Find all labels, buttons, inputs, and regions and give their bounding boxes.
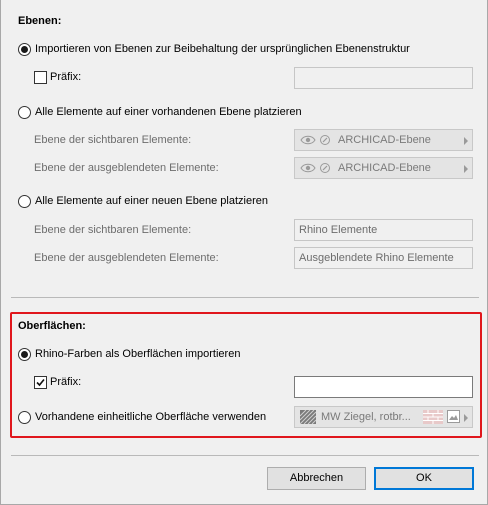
uniform-surface-radio[interactable] xyxy=(18,411,31,424)
layers-section-title: Ebenen: xyxy=(18,15,62,27)
existing-hidden-dropdown[interactable]: ARCHICAD-Ebene xyxy=(294,157,473,179)
import-layers-radio[interactable] xyxy=(18,43,31,56)
brick-texture-icon xyxy=(423,410,443,427)
new-layer-label[interactable]: Alle Elemente auf einer neuen Ebene plat… xyxy=(35,195,268,207)
layer-prefix-input[interactable] xyxy=(294,67,473,89)
new-visible-label: Ebene der sichtbaren Elemente: xyxy=(34,224,192,236)
new-layer-radio[interactable] xyxy=(18,195,31,208)
existing-layer-label[interactable]: Alle Elemente auf einer vorhandenen Eben… xyxy=(35,106,302,118)
surface-prefix-checkbox[interactable] xyxy=(34,376,47,389)
layer-icon xyxy=(319,162,331,177)
uniform-surface-value: MW Ziegel, rotbr... xyxy=(321,411,411,423)
existing-hidden-value: ARCHICAD-Ebene xyxy=(338,162,431,174)
uniform-surface-dropdown[interactable]: MW Ziegel, rotbr... xyxy=(294,406,473,428)
surface-prefix-input[interactable] xyxy=(294,376,473,398)
existing-visible-dropdown[interactable]: ARCHICAD-Ebene xyxy=(294,129,473,151)
checkmark-icon xyxy=(36,378,45,387)
new-hidden-label: Ebene der ausgeblendeten Elemente: xyxy=(34,252,219,264)
layer-prefix-checkbox[interactable] xyxy=(34,71,47,84)
uniform-surface-label[interactable]: Vorhandene einheitliche Oberfläche verwe… xyxy=(35,411,266,423)
existing-hidden-label: Ebene der ausgeblendeten Elemente: xyxy=(34,162,219,174)
chevron-right-icon xyxy=(464,165,468,173)
separator xyxy=(11,297,479,298)
surfaces-section-title: Oberflächen: xyxy=(18,320,86,332)
existing-visible-label: Ebene der sichtbaren Elemente: xyxy=(34,134,192,146)
new-hidden-input[interactable]: Ausgeblendete Rhino Elemente xyxy=(294,247,473,269)
chevron-right-icon xyxy=(464,414,468,422)
surface-prefix-label: Präfix: xyxy=(50,376,82,388)
rhino-colors-radio[interactable] xyxy=(18,348,31,361)
rhino-colors-label[interactable]: Rhino-Farben als Oberflächen importieren xyxy=(35,348,240,360)
image-icon xyxy=(447,410,460,426)
layer-icon xyxy=(319,134,331,149)
surface-pattern-icon xyxy=(299,409,317,427)
import-options-dialog: Ebenen: Importieren von Ebenen zur Beibe… xyxy=(0,0,488,505)
new-visible-input[interactable]: Rhino Elemente xyxy=(294,219,473,241)
cancel-button[interactable]: Abbrechen xyxy=(267,467,366,490)
eye-icon xyxy=(300,134,316,149)
import-layers-label[interactable]: Importieren von Ebenen zur Beibehaltung … xyxy=(35,43,410,55)
existing-layer-radio[interactable] xyxy=(18,106,31,119)
eye-icon xyxy=(300,162,316,177)
layer-prefix-label: Präfix: xyxy=(50,71,82,83)
existing-visible-value: ARCHICAD-Ebene xyxy=(338,134,431,146)
chevron-right-icon xyxy=(464,137,468,145)
ok-button[interactable]: OK xyxy=(374,467,474,490)
separator xyxy=(11,455,479,456)
